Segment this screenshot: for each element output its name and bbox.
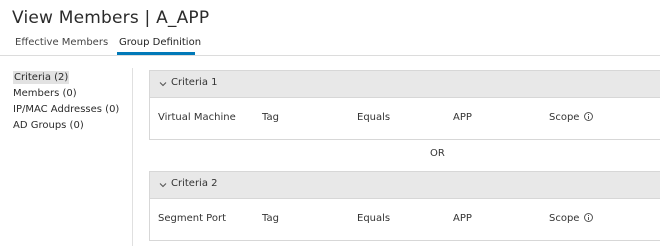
conjunction-label: OR	[430, 148, 445, 159]
sidebar-item-ip-mac-addresses[interactable]: IP/MAC Addresses (0)	[12, 102, 130, 118]
criteria-card: Criteria 1 Virtual Machine Tag Equals AP…	[149, 70, 660, 140]
criteria-value: APP	[453, 213, 472, 224]
criteria-row: Segment Port Tag Equals APP Scope	[150, 199, 660, 240]
vertical-divider	[132, 68, 133, 246]
criteria-card: Criteria 2 Segment Port Tag Equals APP S…	[149, 171, 660, 241]
page-title: View Members | A_APP	[12, 8, 210, 28]
chevron-down-icon	[159, 183, 167, 188]
criteria-key: Tag	[262, 112, 279, 123]
active-tab-indicator	[117, 52, 195, 55]
member-type: Virtual Machine	[158, 112, 236, 123]
criteria-operator: Equals	[357, 112, 391, 123]
sidebar-item-label: Criteria (2)	[13, 71, 70, 84]
criteria-key: Tag	[262, 213, 279, 224]
sidebar-item-label: IP/MAC Addresses (0)	[13, 104, 120, 115]
sidebar-item-label: AD Groups (0)	[13, 120, 84, 131]
criteria-title: Criteria 2	[171, 178, 218, 189]
sidebar-item-ad-groups[interactable]: AD Groups (0)	[12, 118, 130, 134]
criteria-title: Criteria 1	[171, 77, 218, 88]
criteria-operator: Equals	[357, 213, 391, 224]
tab-effective-members[interactable]: Effective Members	[15, 36, 108, 54]
scope-label: Scope	[549, 112, 580, 123]
criteria-header[interactable]: Criteria 2	[150, 172, 660, 199]
scope-field: Scope	[549, 213, 594, 224]
tab-bar: Effective Members Group Definition	[0, 36, 660, 56]
criteria-value: APP	[453, 112, 472, 123]
criteria-header[interactable]: Criteria 1	[150, 71, 660, 98]
member-type: Segment Port	[158, 213, 227, 224]
sidebar-item-members[interactable]: Members (0)	[12, 86, 130, 102]
sidebar: Criteria (2) Members (0) IP/MAC Addresse…	[12, 70, 130, 134]
criteria-row: Virtual Machine Tag Equals APP Scope	[150, 98, 660, 139]
sidebar-item-criteria[interactable]: Criteria (2)	[12, 70, 130, 86]
info-icon[interactable]	[584, 112, 594, 121]
chevron-down-icon	[159, 82, 167, 87]
sidebar-item-label: Members (0)	[13, 88, 77, 99]
scope-field: Scope	[549, 112, 594, 123]
scope-label: Scope	[549, 213, 580, 224]
info-icon[interactable]	[584, 213, 594, 222]
